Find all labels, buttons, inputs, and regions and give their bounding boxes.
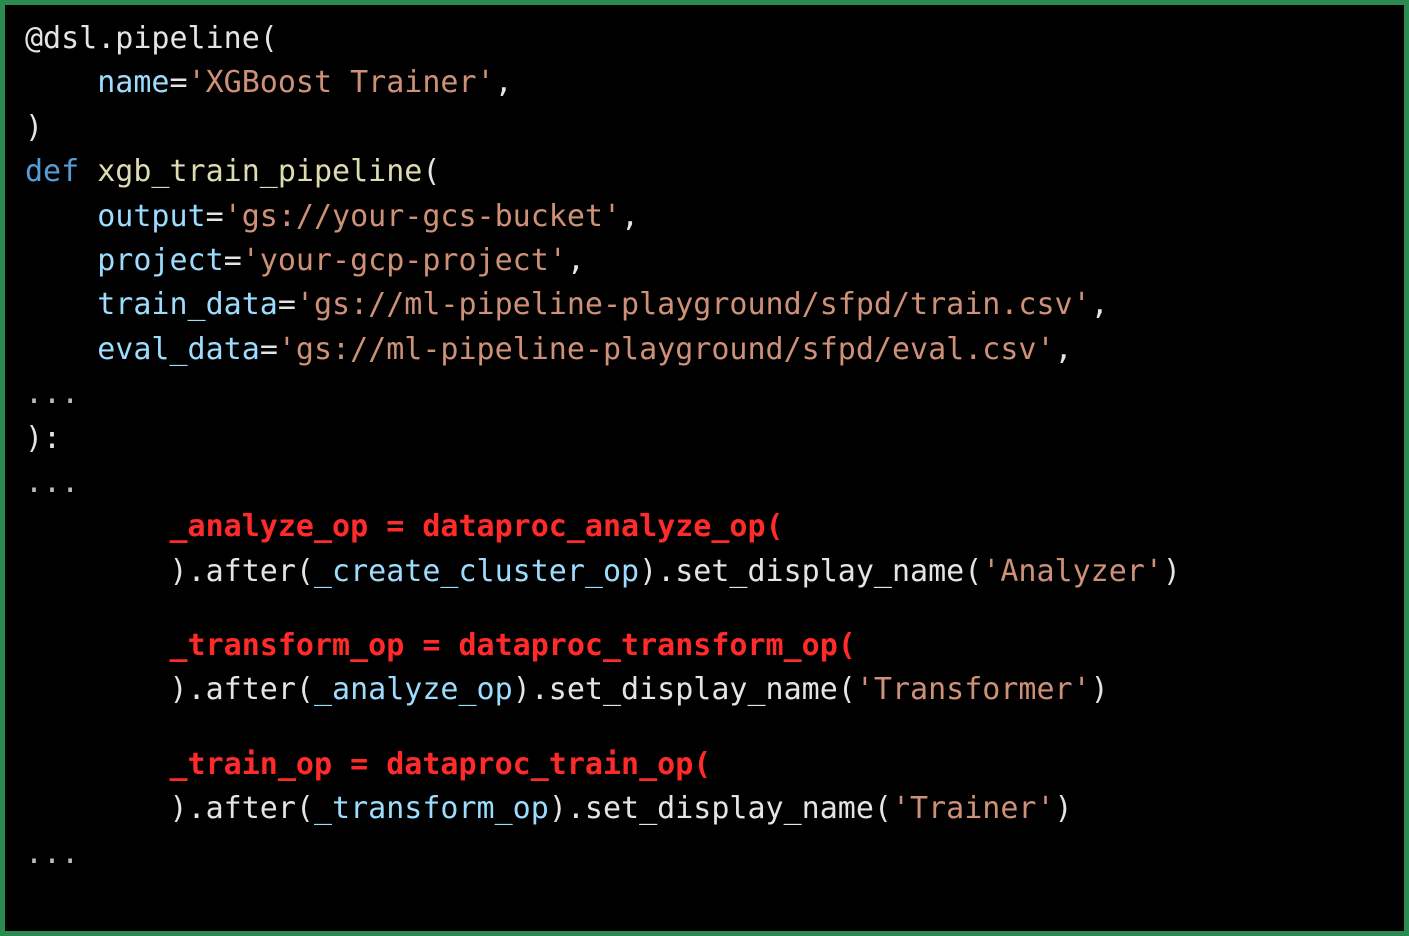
line-5-indent [25,199,97,234]
line-11-ellipsis: ... [25,465,79,500]
line-17-b: ).set_display_name( [549,791,892,826]
line-6-indent [25,243,97,278]
blank-line-2 [25,713,1384,743]
line-2-param: name [97,65,169,100]
line-8-tail: , [1055,332,1073,367]
line-13-indent [25,554,170,589]
line-17-c: ) [1055,791,1073,826]
line-2-indent [25,65,97,100]
line-6-string: 'your-gcp-project' [242,243,567,278]
line-14-indent [25,628,170,663]
code-block: @dsl.pipeline( name='XGBoost Trainer', )… [0,0,1409,936]
line-10-close: ): [25,421,61,456]
line-17-str: 'Trainer' [892,791,1055,826]
line-4-space [79,154,97,189]
line-7-tail: , [1091,287,1109,322]
line-6-eq: = [224,243,242,278]
line-4-func: xgb_train_pipeline [97,154,422,189]
line-18-ellipsis: ... [25,836,79,871]
line-6-param: project [97,243,223,278]
line-16-highlight: _train_op = dataproc_train_op( [170,747,712,782]
line-5-param: output [97,199,205,234]
line-2-eq: = [170,65,188,100]
line-8-string: 'gs://ml-pipeline-playground/sfpd/eval.c… [278,332,1055,367]
line-15-c: ) [1091,672,1109,707]
line-16-indent [25,747,170,782]
line-2-string: 'XGBoost Trainer' [188,65,495,100]
line-7-eq: = [278,287,296,322]
line-17-a: ).after( [170,791,315,826]
line-13-str: 'Analyzer' [982,554,1163,589]
line-1-decorator: @dsl.pipeline( [25,21,278,56]
line-15-b: ).set_display_name( [513,672,856,707]
line-5-tail: , [621,199,639,234]
line-15-indent [25,672,170,707]
line-13-c: ) [1163,554,1181,589]
line-8-indent [25,332,97,367]
line-7-indent [25,287,97,322]
line-15-a: ).after( [170,672,315,707]
line-9-ellipsis: ... [25,376,79,411]
line-13-arg: _create_cluster_op [314,554,639,589]
line-13-a: ).after( [170,554,315,589]
line-4-open: ( [422,154,440,189]
line-15-arg: _analyze_op [314,672,513,707]
line-4-def: def [25,154,79,189]
line-6-tail: , [567,243,585,278]
line-3-close: ) [25,110,43,145]
blank-line-1 [25,594,1384,624]
line-12-indent [25,509,170,544]
line-17-indent [25,791,170,826]
line-7-string: 'gs://ml-pipeline-playground/sfpd/train.… [296,287,1091,322]
line-13-b: ).set_display_name( [639,554,982,589]
line-8-eq: = [260,332,278,367]
line-15-str: 'Transformer' [856,672,1091,707]
line-12-highlight: _analyze_op = dataproc_analyze_op( [170,509,784,544]
line-8-param: eval_data [97,332,260,367]
line-14-highlight: _transform_op = dataproc_transform_op( [170,628,856,663]
line-5-string: 'gs://your-gcs-bucket' [224,199,621,234]
line-17-arg: _transform_op [314,791,549,826]
line-5-eq: = [206,199,224,234]
line-7-param: train_data [97,287,278,322]
line-2-tail: , [495,65,513,100]
